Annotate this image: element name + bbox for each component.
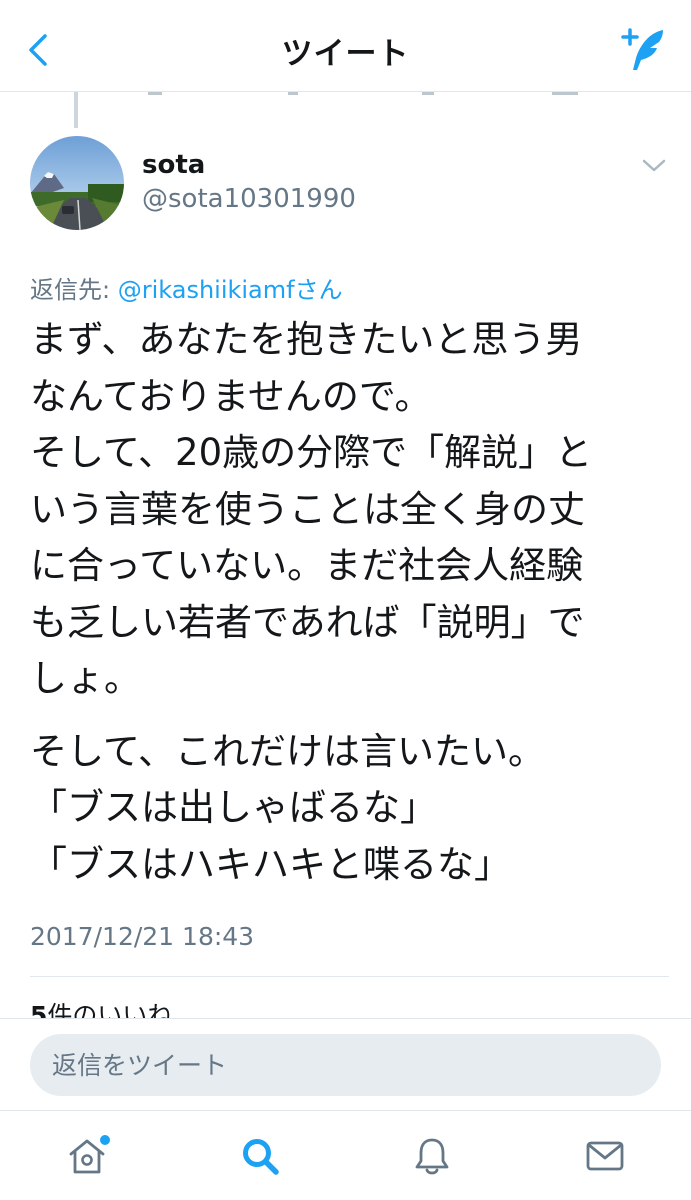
- search-icon: [243, 1139, 279, 1175]
- avatar[interactable]: [30, 136, 124, 230]
- tab-messages[interactable]: [580, 1131, 630, 1181]
- bell-icon: [415, 1138, 449, 1175]
- reply-input[interactable]: [30, 1034, 661, 1096]
- tweet-text-line: そして、これだけは言いたい。: [30, 729, 546, 773]
- tab-home[interactable]: [62, 1131, 112, 1181]
- tweet-text-line: まず、あなたを抱きたいと思う男: [30, 318, 583, 361]
- thread-connector-line: [74, 92, 78, 128]
- avatar-mountain-road-photo: [30, 136, 124, 230]
- previous-tweet-fragment: [422, 92, 434, 95]
- page-title: ツイート: [281, 36, 410, 72]
- tweet-text-line: に合っていない。まだ社会人経験: [30, 544, 584, 587]
- tweet-body: まず、あなたを抱きたいと思う男 なんておりませんので。 そして、20歳の分際で「…: [30, 312, 670, 893]
- bottom-tab-bar: [0, 1110, 691, 1200]
- user-handle[interactable]: @sota10301990: [142, 184, 356, 214]
- tweet-timestamp: 2017/12/21 18:43: [30, 922, 255, 951]
- previous-tweet-fragment: [148, 92, 162, 95]
- tweet-text-line: も乏しい若者であれば「説明」で: [30, 600, 585, 644]
- tweet-options-button[interactable]: [640, 155, 668, 175]
- reply-to-label: 返信先:: [30, 276, 118, 304]
- reply-to-mention-link[interactable]: @rikashiikiamfさん: [118, 276, 343, 304]
- previous-tweet-fragment: [552, 92, 578, 95]
- divider: [30, 976, 669, 977]
- chevron-down-icon: [642, 159, 666, 172]
- user-display-name[interactable]: sota: [142, 150, 205, 180]
- tweet-text-line: そして、20歳の分際で「解説」と: [30, 431, 593, 474]
- tweet-text-line: 「ブスは出しゃばるな」: [30, 786, 437, 829]
- compose-tweet-icon: [621, 28, 663, 70]
- tweet-text-line: いう言葉を使うことは全く身の丈: [30, 487, 585, 531]
- tab-notifications[interactable]: [407, 1131, 457, 1181]
- reply-to-line: 返信先: @rikashiikiamfさん: [30, 270, 343, 305]
- tab-search[interactable]: [235, 1131, 285, 1181]
- compose-tweet-button[interactable]: [619, 24, 669, 74]
- previous-tweet-fragment: [288, 92, 298, 95]
- top-nav-bar: ツイート: [0, 0, 691, 92]
- likes-count-link[interactable]: 5件のいいね: [30, 998, 172, 1018]
- envelope-icon: [586, 1141, 624, 1171]
- tweet-text-line: しょ。: [30, 657, 141, 700]
- tweet-text-line: 「ブスはハキハキと喋るな」: [30, 842, 511, 886]
- likes-number: 5: [30, 1001, 48, 1018]
- tweet-text-line: なんておりませんので。: [30, 374, 432, 418]
- likes-label: 件のいいね: [47, 1001, 173, 1018]
- reply-bar: [0, 1018, 691, 1110]
- notification-dot: [100, 1135, 110, 1145]
